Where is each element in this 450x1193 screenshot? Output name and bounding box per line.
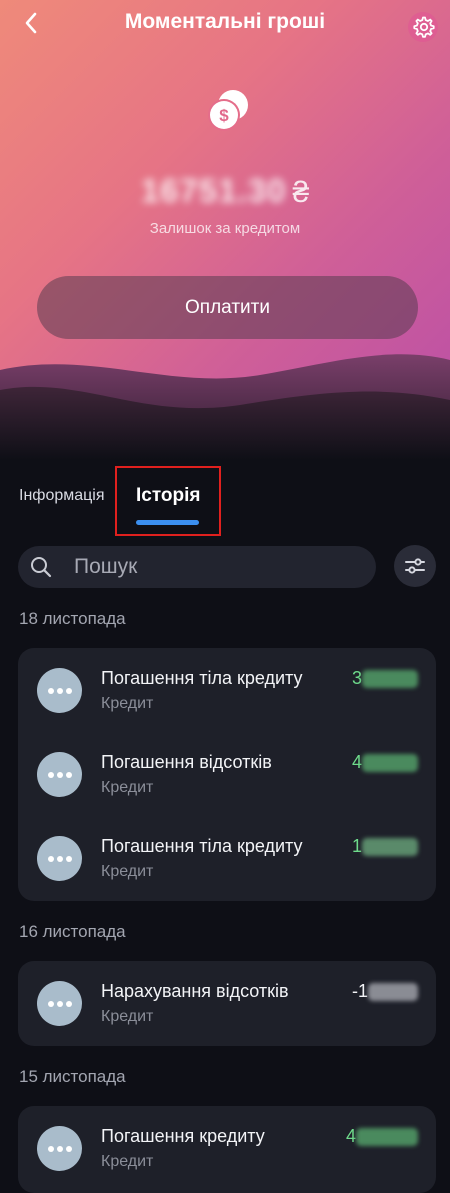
transaction-amount-visible: 4 xyxy=(345,1126,356,1146)
hero-header: Моментальні гроші $ 16751.30 ₴ Залишок за… xyxy=(0,0,450,460)
coins-icon: $ xyxy=(208,90,248,131)
balance-label: Залишок за кредитом xyxy=(149,220,301,237)
transaction-title: Погашення тіла кредиту xyxy=(101,836,303,856)
transaction-amount: -1 xyxy=(352,981,418,1002)
currency-symbol: ₴ xyxy=(292,176,310,209)
transaction-title: Погашення кредиту xyxy=(101,1126,265,1146)
amount-redaction xyxy=(362,670,418,689)
search-icon xyxy=(31,557,52,578)
transaction-row[interactable]: Погашення тіла кредиту Кредит 3 xyxy=(18,648,436,732)
date-header: 18 листопада xyxy=(19,609,126,628)
wave-decoration xyxy=(0,354,450,460)
transaction-title: Погашення відсотків xyxy=(101,752,272,772)
settings-button[interactable] xyxy=(407,11,439,43)
transaction-subtitle: Кредит xyxy=(101,863,154,880)
transaction-amount: 1 xyxy=(352,836,418,857)
more-dots-icon xyxy=(37,1126,82,1171)
transaction-amount: 3 xyxy=(352,668,418,689)
transaction-row[interactable]: Погашення кредиту Кредит 4 xyxy=(18,1106,436,1190)
page-title: Моментальні гроші xyxy=(124,10,326,33)
more-dots-icon xyxy=(37,836,82,881)
gear-icon xyxy=(408,12,438,42)
transaction-row[interactable]: Погашення відсотків Кредит 4 xyxy=(18,732,436,816)
tab-information[interactable]: Інформація xyxy=(19,487,105,505)
transaction-subtitle: Кредит xyxy=(101,1153,154,1170)
transaction-card: Нарахування відсотків Кредит -1 xyxy=(18,961,436,1046)
transaction-amount-visible: 1 xyxy=(351,836,362,856)
filter-button[interactable] xyxy=(394,545,436,587)
transaction-row[interactable]: Погашення тіла кредиту Кредит 1 xyxy=(18,816,436,900)
amount-redaction xyxy=(368,983,418,1002)
more-dots-icon xyxy=(37,752,82,797)
more-dots-icon xyxy=(37,981,82,1026)
pay-button[interactable]: Оплатити xyxy=(37,276,418,339)
transaction-card: Погашення тіла кредиту Кредит 3 Погашенн… xyxy=(18,648,436,901)
amount-redaction xyxy=(356,1128,418,1147)
transaction-title: Нарахування відсотків xyxy=(101,981,289,1001)
date-header: 16 листопада xyxy=(19,922,126,941)
svg-text:$: $ xyxy=(219,106,229,125)
transaction-amount-visible: 3 xyxy=(351,668,362,688)
transaction-subtitle: Кредит xyxy=(101,779,154,796)
transaction-amount-visible: 4 xyxy=(351,752,362,772)
amount-redaction xyxy=(362,838,418,857)
transaction-card: Погашення кредиту Кредит 4 xyxy=(18,1106,436,1193)
balance-amount: 16751.30 ₴ xyxy=(0,172,450,210)
more-dots-icon xyxy=(37,668,82,713)
search-input[interactable] xyxy=(74,546,364,588)
transaction-subtitle: Кредит xyxy=(101,1008,154,1025)
sliders-icon xyxy=(405,558,425,574)
transaction-title: Погашення тіла кредиту xyxy=(101,668,303,688)
transaction-amount: 4 xyxy=(352,752,418,773)
tab-highlight-box xyxy=(115,466,221,536)
transaction-row[interactable]: Нарахування відсотків Кредит -1 xyxy=(18,961,436,1045)
transaction-amount-visible: -1 xyxy=(351,981,368,1001)
balance-value: 16751.30 xyxy=(140,172,287,209)
amount-redaction xyxy=(362,754,418,773)
transaction-subtitle: Кредит xyxy=(101,695,154,712)
search-bar[interactable] xyxy=(18,546,376,588)
date-header: 15 листопада xyxy=(19,1067,126,1086)
transaction-amount: 4 xyxy=(346,1126,418,1147)
